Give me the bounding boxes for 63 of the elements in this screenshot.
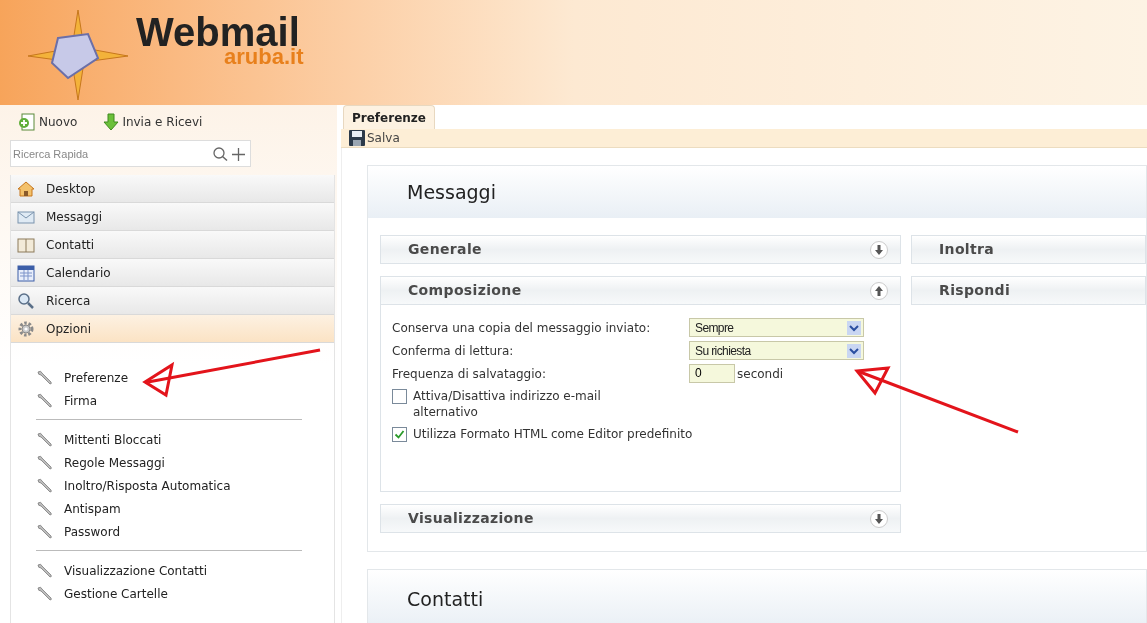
nav-item[interactable]: Contatti (11, 231, 334, 259)
gear-icon (17, 319, 35, 338)
wrench-icon (36, 369, 54, 386)
options-menu-item[interactable]: Password (36, 520, 302, 543)
section-header[interactable]: Inoltra (911, 235, 1146, 264)
search-field[interactable]: Ricerca Rapida (10, 140, 251, 167)
checkbox[interactable] (392, 389, 407, 404)
section-header[interactable]: Composizione (380, 276, 901, 305)
wrench-icon (36, 454, 54, 471)
expand-button[interactable] (870, 509, 888, 528)
toolbar-button[interactable]: Invia e Ricevi (103, 113, 203, 131)
expand-button[interactable] (870, 240, 888, 259)
nav-item[interactable]: Desktop (11, 175, 334, 203)
wrench-icon (36, 585, 54, 602)
arrow-down-icon (875, 244, 883, 255)
options-menu-item[interactable]: Mittenti Bloccati (36, 428, 302, 451)
magnifier-icon (17, 291, 35, 310)
options-menu-item[interactable]: Preferenze (36, 366, 302, 389)
options-menu-item[interactable]: Antispam (36, 497, 302, 520)
dropdown[interactable]: Su richiesta (689, 341, 864, 360)
options-menu-item[interactable]: Visualizzazione Contatti (36, 559, 302, 582)
unit-label: secondi (737, 365, 784, 383)
toolbar-button[interactable]: Nuovo (18, 113, 78, 131)
section-header[interactable]: Visualizzazione (380, 504, 901, 533)
field-label: Conserva una copia del messaggio inviato: (392, 319, 652, 337)
options-menu-item[interactable]: Inoltro/Risposta Automatica (36, 474, 302, 497)
nav-item[interactable]: Opzioni (11, 315, 334, 343)
arrow-down-icon (875, 513, 883, 524)
calendar-icon (17, 263, 35, 282)
add-document-icon (18, 113, 36, 131)
wrench-icon (36, 392, 54, 409)
wrench-icon (36, 477, 54, 494)
field-label: Conferma di lettura: (392, 342, 515, 360)
nav-item[interactable]: Ricerca (11, 287, 334, 315)
arrow-up-icon (875, 285, 883, 296)
section-header[interactable]: Rispondi (911, 276, 1146, 305)
dropdown[interactable]: Sempre (689, 318, 864, 337)
checkbox[interactable] (392, 427, 407, 442)
nav-item[interactable]: Calendario (11, 259, 334, 287)
checkbox-label: Attiva/Disattiva indirizzo e-mail alternativo (413, 388, 602, 420)
down-arrow-icon (103, 113, 120, 131)
options-menu-item[interactable]: Regole Messaggi (36, 451, 302, 474)
house-icon (17, 179, 35, 198)
book-icon (17, 235, 35, 254)
wrench-icon (36, 500, 54, 517)
search-icon (212, 146, 230, 162)
options-menu-item[interactable]: Firma (36, 389, 302, 412)
wrench-icon (36, 431, 54, 448)
wrench-icon (36, 523, 54, 540)
checkbox-label: Utilizza Formato HTML come Editor predefinito (413, 426, 693, 442)
chevron-down-icon (847, 320, 861, 335)
save-button[interactable]: Salva (349, 129, 400, 147)
number-field[interactable]: 0 (689, 364, 735, 383)
field-label: Frequenza di salvataggio: (392, 365, 547, 383)
collapse-button[interactable] (870, 281, 888, 300)
plus-icon (232, 147, 245, 161)
wrench-icon (36, 562, 54, 579)
preferences-tab[interactable]: Preferenze (343, 105, 435, 129)
settings-panel: Contatti (367, 569, 1147, 623)
options-menu-item[interactable]: Gestione Cartelle (36, 582, 302, 605)
nav-item[interactable]: Messaggi (11, 203, 334, 231)
chevron-down-icon (847, 343, 861, 358)
section-header[interactable]: Generale (380, 235, 901, 264)
